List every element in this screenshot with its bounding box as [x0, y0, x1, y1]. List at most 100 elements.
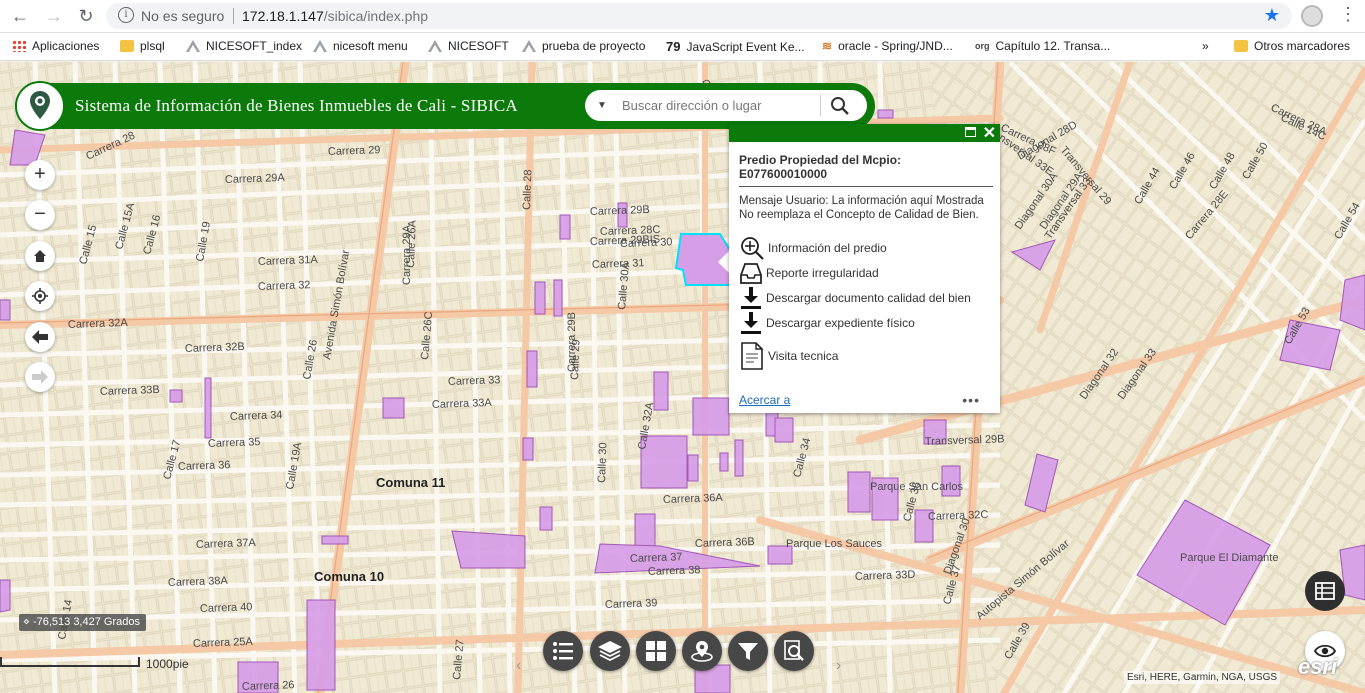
toolbar-next-icon[interactable]: › — [836, 657, 841, 675]
home-icon — [34, 250, 46, 262]
street-label: Carrera 29A — [225, 172, 286, 186]
bookmark-nicesoft-index[interactable]: NICESOFT_index — [186, 39, 302, 53]
street-label: Carrera 32 — [258, 279, 311, 293]
more-options-icon[interactable]: ••• — [962, 392, 980, 408]
search-source-dropdown[interactable]: ▼ — [591, 96, 613, 116]
bookmarks-bar: Aplicaciones plsql NICESOFT_index niceso… — [0, 33, 1365, 61]
comuna-label: Comuna 11 — [376, 475, 445, 490]
locate-button[interactable] — [25, 281, 55, 311]
url-path: /sibica/index.php — [323, 8, 429, 24]
reload-icon[interactable]: ↻ — [74, 5, 98, 27]
street-label: Carrera 28C — [600, 224, 661, 238]
visita-tecnica-link[interactable]: Visita tecnica — [739, 341, 838, 371]
street-label: Carrera 36B — [695, 536, 755, 550]
zoom-in-button[interactable]: + — [25, 160, 55, 190]
download-icon — [741, 287, 761, 309]
bookmark-label: oracle - Spring/JND... — [838, 39, 953, 53]
legend-button[interactable] — [543, 631, 583, 671]
bookmark-js-event[interactable]: 79 JavaScript Event Ke... — [666, 39, 805, 54]
street-label: Carrera 36A — [663, 492, 724, 506]
search-doc-icon — [784, 640, 804, 661]
bookmark-plsql[interactable]: plsql — [120, 39, 165, 53]
search-icon[interactable] — [829, 95, 851, 117]
street-label: Carrera 35 — [208, 436, 261, 450]
basemap: Carrera 29 Carrera 29A Carrera 29B Carrera … — [0, 62, 1365, 693]
popup-title: Predio Propiedad del Mcpio: E07760001000… — [739, 153, 901, 181]
location-tool-button[interactable] — [682, 631, 722, 671]
toolbar-prev-icon[interactable]: ‹ — [516, 657, 521, 675]
bookmark-other[interactable]: Otros marcadores — [1234, 39, 1350, 53]
app-title: Sistema de Información de Bienes Inmuebl… — [75, 96, 518, 115]
street-label: Carrera 33 — [448, 374, 501, 388]
street-label: Carrera 25A — [193, 636, 254, 650]
descargar-expediente-link[interactable]: Descargar expediente físico — [739, 311, 915, 335]
layers-button[interactable] — [590, 631, 630, 671]
bookmark-nicesoft[interactable]: NICESOFT — [428, 39, 509, 53]
bookmark-label: Capítulo 12. Transa... — [995, 39, 1111, 53]
bookmark-capitulo[interactable]: org Capítulo 12. Transa... — [975, 39, 1110, 53]
browser-toolbar: ← → ↻ i No es seguro 172.18.1.147/sibica… — [0, 0, 1365, 33]
security-label: No es seguro — [141, 8, 225, 24]
street-label: Carrera 38A — [168, 575, 229, 589]
popup-item-label: Descargar documento calidad del bien — [766, 291, 971, 305]
popup-header: ✕ — [729, 124, 1000, 142]
query-button[interactable] — [774, 631, 814, 671]
park-label: Parque El Diamante — [1180, 552, 1278, 564]
maximize-icon[interactable] — [965, 127, 976, 137]
zoom-to-link[interactable]: Acercar a — [739, 393, 790, 407]
basemap-button[interactable] — [636, 631, 676, 671]
street-label: Carrera 38 — [648, 564, 701, 578]
map-view[interactable]: Carrera 29 Carrera 29A Carrera 29B Carrera … — [0, 62, 1365, 693]
bookmark-apps[interactable]: Aplicaciones — [12, 39, 99, 53]
previous-extent-button[interactable] — [25, 322, 55, 352]
search-separator — [820, 95, 821, 116]
street-label: Carrera 39 — [605, 597, 658, 611]
bookmark-label: prueba de proyecto — [542, 39, 646, 53]
bookmark-label: NICESOFT_index — [206, 39, 303, 53]
home-button[interactable] — [25, 241, 55, 271]
bookmark-prueba[interactable]: prueba de proyecto — [522, 39, 645, 53]
street-label: Carrera 29B — [590, 204, 650, 218]
inbox-icon — [740, 263, 762, 284]
street-label: Calle 26A — [405, 219, 419, 268]
page-icon — [522, 40, 536, 52]
info-icon[interactable]: i — [118, 7, 134, 23]
street-label: Carrera 32A — [68, 317, 129, 331]
descargar-calidad-link[interactable]: Descargar documento calidad del bien — [739, 286, 971, 310]
filter-button[interactable] — [728, 631, 768, 671]
popup-title-line: Predio Propiedad del Mcpio: — [739, 153, 902, 167]
scale-label: 1000pie — [146, 657, 189, 671]
address-bar[interactable]: i No es seguro 172.18.1.147/sibica/index… — [106, 3, 1292, 29]
search-input[interactable] — [622, 94, 818, 117]
download-icon — [741, 312, 761, 334]
attribute-table-button[interactable] — [1305, 571, 1345, 611]
reporte-irregularidad-link[interactable]: Reporte irregularidad — [739, 261, 879, 285]
street-label: Carrera 31A — [258, 254, 319, 268]
close-icon[interactable]: ✕ — [983, 123, 996, 143]
forward-icon[interactable]: → — [42, 5, 66, 27]
filter-icon — [738, 643, 758, 660]
bookmarks-overflow[interactable]: » — [1202, 39, 1209, 53]
bookmark-nicesoft-menu[interactable]: nicesoft menu — [313, 39, 408, 53]
page-icon — [186, 40, 200, 52]
comuna-label: Comuna 10 — [314, 569, 384, 584]
bookmark-oracle[interactable]: ≋ oracle - Spring/JND... — [822, 39, 953, 53]
street-label: Carrera 37A — [196, 537, 257, 551]
bookmark-label: Aplicaciones — [32, 39, 100, 53]
profile-avatar[interactable] — [1301, 5, 1323, 27]
app-logo[interactable] — [15, 81, 65, 131]
zoom-out-button[interactable]: − — [25, 200, 55, 230]
info-predio-link[interactable]: Información del predio — [739, 236, 887, 260]
park-label: Parque Los Sauces — [786, 538, 883, 550]
next-extent-button[interactable] — [25, 362, 55, 392]
bookmark-star-icon[interactable]: ★ — [1264, 5, 1280, 26]
page-icon — [428, 40, 442, 52]
street-label: Carrera 33B — [100, 384, 160, 398]
esri-logo: esri — [1298, 654, 1338, 679]
document-icon — [741, 342, 763, 370]
back-icon[interactable]: ← — [8, 5, 32, 27]
address-url[interactable]: 172.18.1.147/sibica/index.php — [242, 8, 428, 24]
street-label: Carrera 32B — [185, 341, 245, 355]
url-host: 172.18.1.147 — [242, 8, 324, 24]
browser-menu-icon[interactable]: ⋮ — [1339, 4, 1357, 25]
